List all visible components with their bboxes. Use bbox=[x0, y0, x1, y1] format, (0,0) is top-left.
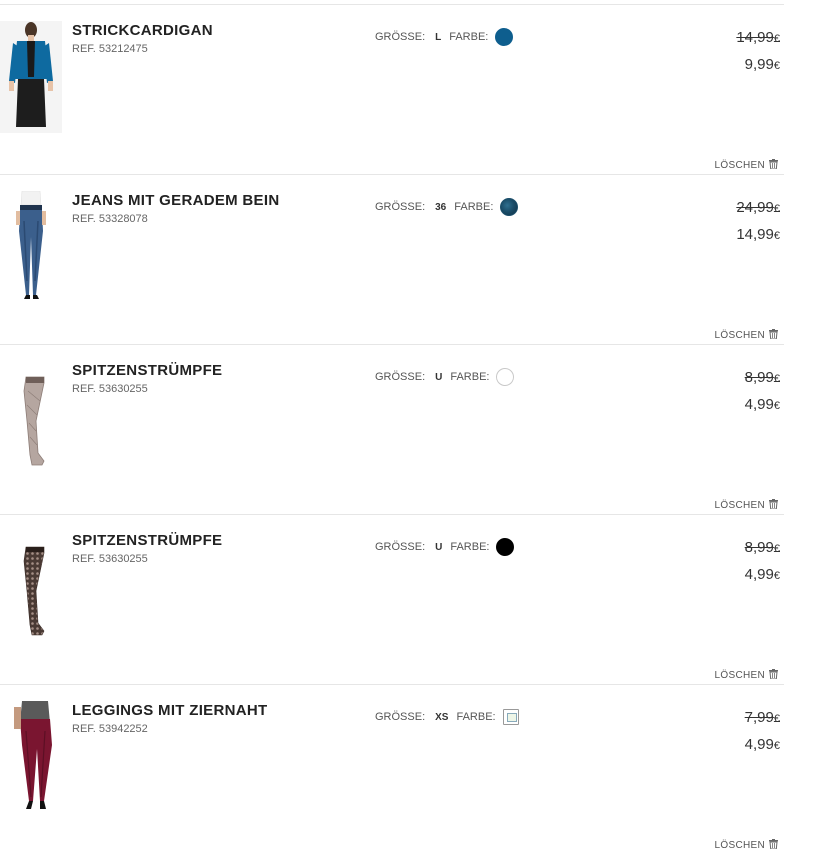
ref-number: 53328078 bbox=[98, 213, 148, 225]
size-label: GRÖSSE: bbox=[375, 31, 426, 43]
sale-price: 4,99€ bbox=[744, 736, 780, 753]
product-ref: REF. 53942252 bbox=[72, 723, 148, 735]
product-attributes: GRÖSSE: L FARBE: bbox=[375, 25, 514, 49]
product-name[interactable]: STRICKCARDIGAN bbox=[72, 22, 213, 39]
jeans-product-image[interactable] bbox=[0, 191, 62, 303]
stockings-product-image[interactable] bbox=[0, 361, 62, 473]
delete-label: LÖSCHEN bbox=[714, 330, 765, 341]
product-attributes: GRÖSSE: U FARBE: bbox=[375, 365, 515, 389]
size-label: GRÖSSE: bbox=[375, 541, 426, 553]
delete-label: LÖSCHEN bbox=[714, 500, 765, 511]
cart-item: JEANS MIT GERADEM BEIN REF. 53328078 GRÖS… bbox=[0, 174, 784, 344]
delete-button[interactable]: LÖSCHEN bbox=[715, 839, 778, 852]
color-swatch bbox=[495, 28, 514, 46]
product-ref: REF. 53630255 bbox=[72, 553, 148, 565]
trash-icon bbox=[769, 159, 778, 172]
size-value: 36 bbox=[435, 201, 447, 213]
original-price: 8,99€ bbox=[744, 369, 780, 386]
cardigan-product-image[interactable] bbox=[0, 21, 62, 133]
delete-button[interactable]: LÖSCHEN bbox=[715, 329, 778, 342]
product-name[interactable]: LEGGINGS MIT ZIERNAHT bbox=[72, 702, 267, 719]
size-value: L bbox=[435, 31, 442, 43]
size-label: GRÖSSE: bbox=[375, 201, 426, 213]
cart-item: SPITZENSTRÜMPFE REF. 53630255 GRÖSSE: U F… bbox=[0, 344, 784, 514]
lace-stockings-product-image[interactable] bbox=[0, 531, 62, 643]
product-attributes: GRÖSSE: U FARBE: bbox=[375, 535, 515, 559]
product-name[interactable]: SPITZENSTRÜMPFE bbox=[72, 362, 222, 379]
ref-label: REF. bbox=[72, 723, 96, 735]
product-attributes: GRÖSSE: XS FARBE: bbox=[375, 705, 519, 729]
product-ref: REF. 53212475 bbox=[72, 43, 148, 55]
delete-button[interactable]: LÖSCHEN bbox=[715, 159, 778, 172]
ref-label: REF. bbox=[72, 213, 96, 225]
product-ref: REF. 53328078 bbox=[72, 213, 148, 225]
cart-item: STRICKCARDIGAN REF. 53212475 GRÖSSE: L FA… bbox=[0, 4, 784, 174]
leggings-product-image[interactable] bbox=[0, 701, 62, 813]
cart-item: SPITZENSTRÜMPFE REF. 53630255 GRÖSSE: U F… bbox=[0, 514, 784, 684]
color-label: FARBE: bbox=[456, 711, 496, 723]
original-price: 7,99€ bbox=[744, 709, 780, 726]
delete-label: LÖSCHEN bbox=[714, 670, 765, 681]
delete-button[interactable]: LÖSCHEN bbox=[715, 669, 778, 682]
delete-button[interactable]: LÖSCHEN bbox=[715, 499, 778, 512]
broken-image-icon bbox=[502, 709, 519, 725]
trash-icon bbox=[769, 499, 778, 512]
original-price: 24,99€ bbox=[736, 199, 780, 216]
ref-label: REF. bbox=[72, 553, 96, 565]
color-label: FARBE: bbox=[450, 371, 490, 383]
ref-number: 53212475 bbox=[98, 43, 148, 55]
sale-price: 9,99€ bbox=[744, 56, 780, 73]
color-swatch bbox=[496, 368, 515, 386]
product-name[interactable]: SPITZENSTRÜMPFE bbox=[72, 532, 222, 549]
trash-icon bbox=[769, 329, 778, 342]
ref-number: 53630255 bbox=[98, 383, 148, 395]
product-ref: REF. 53630255 bbox=[72, 383, 148, 395]
product-name[interactable]: JEANS MIT GERADEM BEIN bbox=[72, 192, 279, 209]
cart-item: LEGGINGS MIT ZIERNAHT REF. 53942252 GRÖSS… bbox=[0, 684, 784, 854]
sale-price: 4,99€ bbox=[744, 566, 780, 583]
delete-label: LÖSCHEN bbox=[714, 160, 765, 171]
color-label: FARBE: bbox=[454, 201, 494, 213]
color-label: FARBE: bbox=[450, 541, 490, 553]
sale-price: 4,99€ bbox=[744, 396, 780, 413]
delete-label: LÖSCHEN bbox=[714, 840, 765, 851]
ref-label: REF. bbox=[72, 43, 96, 55]
cart-item-list: STRICKCARDIGAN REF. 53212475 GRÖSSE: L FA… bbox=[0, 0, 784, 854]
original-price: 8,99€ bbox=[744, 539, 780, 556]
original-price: 14,99€ bbox=[736, 29, 780, 46]
trash-icon bbox=[769, 839, 778, 852]
trash-icon bbox=[769, 669, 778, 682]
ref-number: 53630255 bbox=[98, 553, 148, 565]
color-swatch bbox=[500, 198, 519, 216]
color-label: FARBE: bbox=[449, 31, 489, 43]
product-attributes: GRÖSSE: 36 FARBE: bbox=[375, 195, 519, 219]
sale-price: 14,99€ bbox=[736, 226, 780, 243]
size-label: GRÖSSE: bbox=[375, 371, 426, 383]
ref-label: REF. bbox=[72, 383, 96, 395]
ref-number: 53942252 bbox=[98, 723, 148, 735]
size-value: U bbox=[435, 371, 443, 383]
size-value: U bbox=[435, 541, 443, 553]
size-value: XS bbox=[435, 711, 449, 723]
size-label: GRÖSSE: bbox=[375, 711, 426, 723]
color-swatch bbox=[496, 538, 515, 556]
